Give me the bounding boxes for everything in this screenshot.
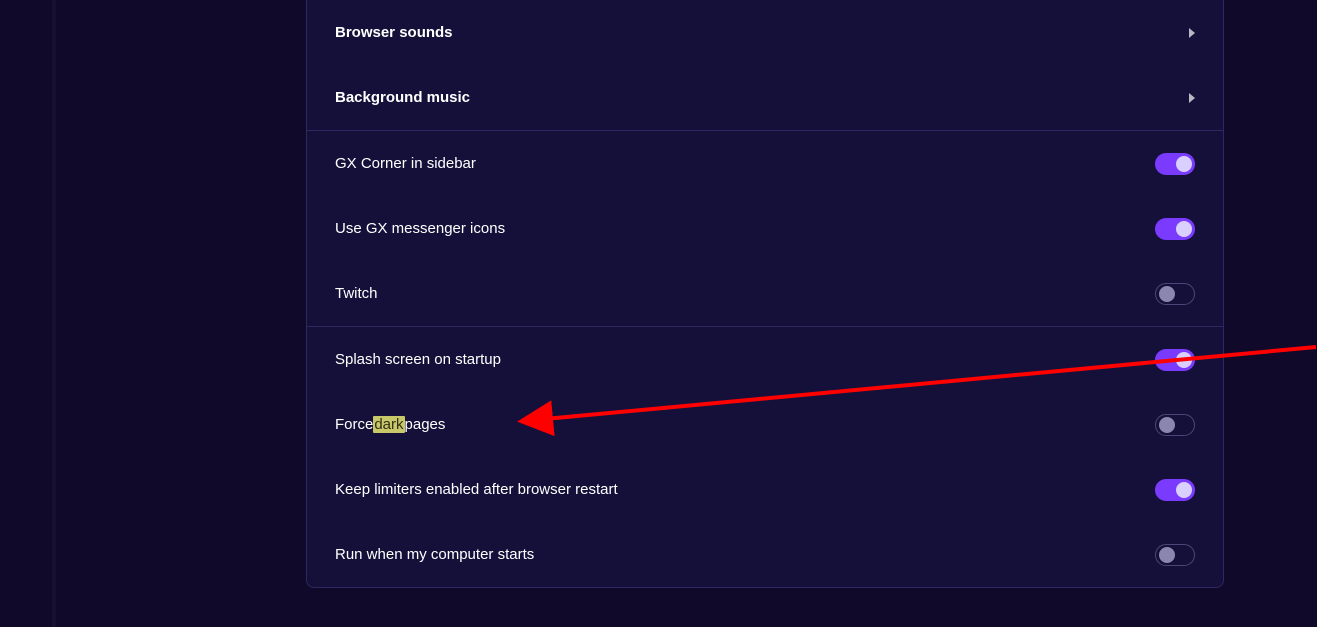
gx-corner-label: GX Corner in sidebar — [335, 155, 476, 172]
row-gx-corner: GX Corner in sidebar — [307, 131, 1223, 196]
chevron-right-icon — [1189, 28, 1195, 38]
splash-label: Splash screen on startup — [335, 351, 501, 368]
chevron-right-icon — [1189, 93, 1195, 103]
row-browser-sounds[interactable]: Browser sounds — [307, 0, 1223, 65]
force-dark-post: pages — [405, 416, 446, 433]
keep-limiters-label: Keep limiters enabled after browser rest… — [335, 481, 618, 498]
row-force-dark: Force dark pages — [307, 392, 1223, 457]
sidebar-divider — [52, 0, 56, 627]
browser-sounds-label: Browser sounds — [335, 24, 453, 41]
section-startup: Splash screen on startup Force dark page… — [307, 327, 1223, 587]
toggle-force-dark[interactable] — [1155, 414, 1195, 436]
toggle-twitch[interactable] — [1155, 283, 1195, 305]
section-gx: GX Corner in sidebar Use GX messenger ic… — [307, 131, 1223, 327]
row-background-music[interactable]: Background music — [307, 65, 1223, 130]
twitch-label: Twitch — [335, 285, 378, 302]
row-gx-messenger: Use GX messenger icons — [307, 196, 1223, 261]
section-headers: Browser sounds Background music — [307, 0, 1223, 131]
run-on-start-label: Run when my computer starts — [335, 546, 534, 563]
search-highlight: dark — [373, 416, 404, 433]
toggle-run-on-start[interactable] — [1155, 544, 1195, 566]
toggle-gx-corner[interactable] — [1155, 153, 1195, 175]
row-splash: Splash screen on startup — [307, 327, 1223, 392]
toggle-splash[interactable] — [1155, 349, 1195, 371]
toggle-keep-limiters[interactable] — [1155, 479, 1195, 501]
row-run-on-start: Run when my computer starts — [307, 522, 1223, 587]
force-dark-label: Force dark pages — [335, 416, 445, 433]
toggle-gx-messenger[interactable] — [1155, 218, 1195, 240]
row-keep-limiters: Keep limiters enabled after browser rest… — [307, 457, 1223, 522]
gx-messenger-label: Use GX messenger icons — [335, 220, 505, 237]
background-music-label: Background music — [335, 89, 470, 106]
row-twitch: Twitch — [307, 261, 1223, 326]
force-dark-pre: Force — [335, 416, 373, 433]
settings-panel: Browser sounds Background music GX Corne… — [306, 0, 1224, 588]
